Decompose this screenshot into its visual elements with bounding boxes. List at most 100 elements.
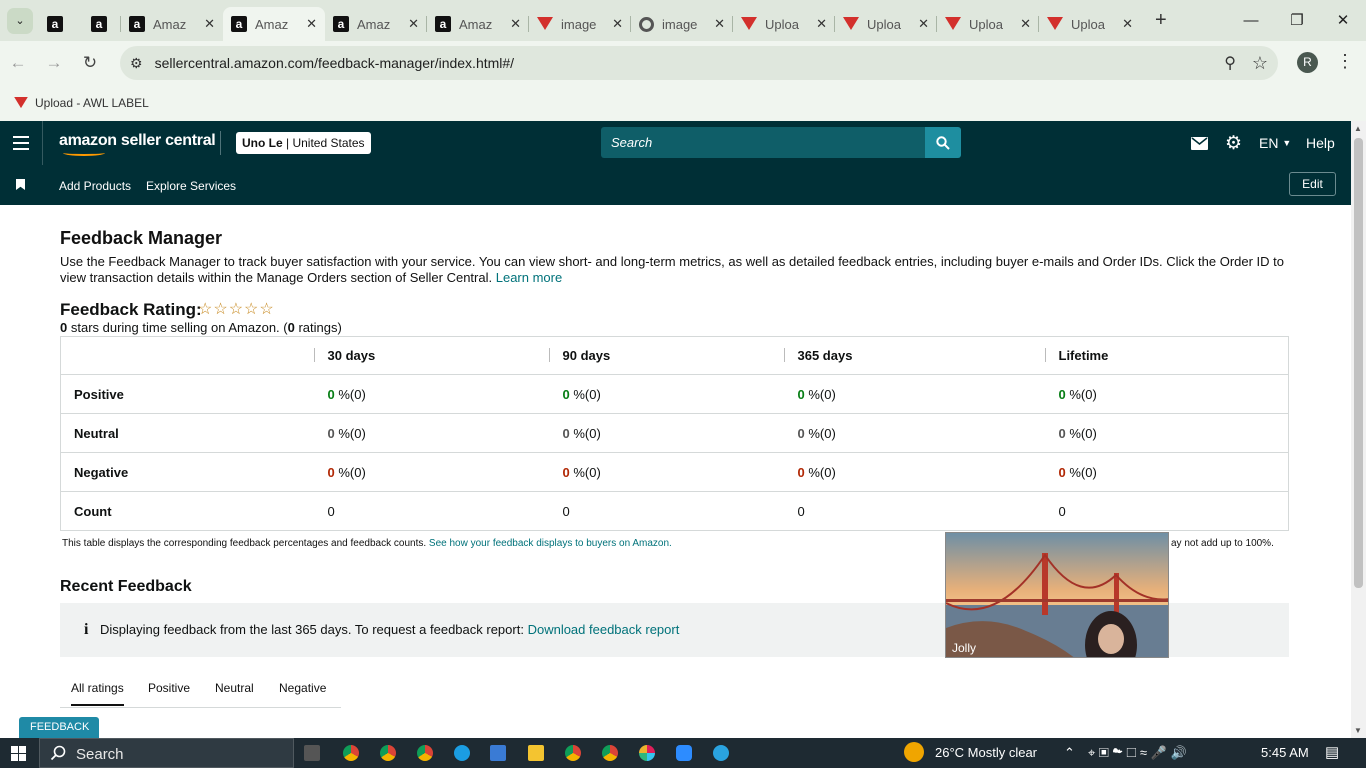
browser-tab[interactable]: image ✕: [529, 7, 631, 41]
telegram-icon[interactable]: [713, 745, 729, 761]
feedback-tab-button[interactable]: FEEDBACK ✕: [19, 717, 99, 754]
table-header: Lifetime: [1044, 337, 1289, 375]
close-tab-icon[interactable]: ✕: [510, 16, 521, 32]
url-text[interactable]: sellercentral.amazon.com/feedback-manage…: [155, 55, 515, 71]
close-tab-icon[interactable]: ✕: [1122, 16, 1133, 32]
edit-button[interactable]: Edit: [1289, 172, 1336, 196]
chrome-icon[interactable]: [417, 745, 433, 761]
tab-all-ratings[interactable]: All ratings: [71, 681, 124, 706]
download-report-link[interactable]: Download feedback report: [528, 622, 680, 637]
browser-tab[interactable]: Uploa ✕: [937, 7, 1039, 41]
chrome-icon[interactable]: [380, 745, 396, 761]
amazon-a-icon: a: [91, 16, 107, 32]
table-header: 30 days: [313, 337, 549, 375]
new-tab-icon[interactable]: +: [1155, 9, 1167, 32]
close-tab-icon[interactable]: ✕: [714, 16, 725, 32]
rating-filter-tabs: All ratings Positive Neutral Negative: [60, 670, 341, 708]
notification-icon[interactable]: ▤: [1325, 738, 1339, 768]
red-triangle-icon: [14, 97, 28, 109]
browser-tab[interactable]: a Amaz ✕: [325, 7, 427, 41]
page-scrollbar[interactable]: ▲ ▼: [1351, 121, 1366, 738]
close-tab-icon[interactable]: ✕: [612, 16, 623, 32]
tab-negative[interactable]: Negative: [279, 681, 326, 695]
bookmark-star-icon[interactable]: ☆: [1252, 53, 1268, 74]
search-input[interactable]: Search: [601, 127, 926, 158]
seller-central-logo[interactable]: amazon seller central: [59, 132, 216, 156]
minimize-icon[interactable]: —: [1228, 0, 1274, 40]
close-window-icon[interactable]: ✕: [1320, 0, 1366, 40]
chrome-icon[interactable]: [565, 745, 581, 761]
feedback-display-link[interactable]: See how your feedback displays to buyers…: [429, 538, 672, 549]
nav-add-products[interactable]: Add Products: [59, 179, 131, 193]
tray-chevron-icon[interactable]: ⌃: [1064, 738, 1075, 768]
browser-tab[interactable]: Uploa ✕: [733, 7, 835, 41]
settings-gear-icon[interactable]: ⚙: [1225, 121, 1242, 165]
browser-tab[interactable]: a Amaz ✕: [121, 7, 223, 41]
taskbar-search[interactable]: Search: [39, 738, 294, 768]
browser-menu-icon[interactable]: ⋮: [1336, 51, 1354, 72]
close-tab-icon[interactable]: ✕: [918, 16, 929, 32]
weather-moon-icon: [904, 742, 924, 762]
weather-text[interactable]: 26°C Mostly clear: [935, 738, 1037, 768]
learn-more-link[interactable]: Learn more: [496, 270, 562, 285]
account-switcher[interactable]: Uno Le | United States: [236, 132, 371, 154]
seller-central-header: amazon seller central Uno Le | United St…: [0, 121, 1351, 165]
chrome-icon[interactable]: [602, 745, 618, 761]
hamburger-menu-icon[interactable]: [13, 136, 29, 154]
search-button[interactable]: [925, 127, 961, 158]
browser-tab-bar: ⌄ a a a Amaz ✕ a Amaz ✕ a Amaz ✕ a Amaz ✕ image ✕…: [0, 0, 1366, 41]
site-info-icon[interactable]: ⚙: [130, 55, 143, 72]
search-icon: [936, 135, 950, 150]
task-view-icon[interactable]: [304, 745, 320, 761]
reload-icon[interactable]: ↻: [72, 53, 108, 73]
bookmark-icon[interactable]: [16, 179, 25, 190]
red-triangle-icon: [537, 17, 553, 31]
browser-tab[interactable]: a: [33, 7, 77, 41]
language-selector[interactable]: EN ▼: [1259, 121, 1291, 165]
table-row: Negative 0 %(0) 0 %(0) 0 %(0) 0 %(0): [60, 452, 1289, 492]
browser-tab[interactable]: Uploa ✕: [1039, 7, 1141, 41]
close-tab-icon[interactable]: ✕: [204, 16, 215, 32]
restore-icon[interactable]: ❐: [1274, 0, 1320, 40]
slack-icon[interactable]: [639, 745, 655, 761]
nav-explore-services[interactable]: Explore Services: [146, 179, 236, 193]
zoom-icon[interactable]: [676, 745, 692, 761]
forward-icon[interactable]: →: [36, 53, 72, 73]
amazon-a-icon: a: [47, 16, 63, 32]
red-triangle-icon: [741, 17, 757, 31]
help-link[interactable]: Help: [1306, 121, 1335, 165]
store-icon[interactable]: [490, 745, 506, 761]
table-note-right: ay not add up to 100%.: [1171, 538, 1274, 549]
tab-search-button[interactable]: ⌄: [7, 7, 33, 34]
zoom-icon[interactable]: ⚲: [1224, 53, 1236, 73]
amazon-a-icon: a: [333, 16, 349, 32]
bookmark-item[interactable]: Upload - AWL LABEL: [35, 96, 149, 110]
close-tab-icon[interactable]: ✕: [306, 16, 317, 32]
mail-icon[interactable]: [1191, 121, 1208, 165]
omnibox[interactable]: ⚙ sellercentral.amazon.com/feedback-mana…: [120, 46, 1278, 80]
close-tab-icon[interactable]: ✕: [1020, 16, 1031, 32]
browser-tab-active[interactable]: a Amaz ✕: [223, 7, 325, 41]
chrome-icon[interactable]: [343, 745, 359, 761]
video-call-overlay[interactable]: Jolly: [945, 532, 1169, 658]
tray-icons[interactable]: ⌖ ▣ ☁ ☐ ≈ 🎤 🔊: [1088, 738, 1187, 768]
info-icon: i: [84, 621, 89, 638]
edge-icon[interactable]: [454, 745, 470, 761]
clock[interactable]: 5:45 AM: [1261, 738, 1309, 768]
browser-tab[interactable]: a: [77, 7, 121, 41]
tab-positive[interactable]: Positive: [148, 681, 190, 695]
close-tab-icon[interactable]: ✕: [408, 16, 419, 32]
tab-neutral[interactable]: Neutral: [215, 681, 254, 695]
browser-tab[interactable]: a Amaz ✕: [427, 7, 529, 41]
red-triangle-icon: [945, 17, 961, 31]
close-tab-icon[interactable]: ✕: [816, 16, 827, 32]
browser-tab[interactable]: image ✕: [631, 7, 733, 41]
back-icon[interactable]: ←: [0, 53, 36, 73]
file-explorer-icon[interactable]: [528, 745, 544, 761]
browser-tab[interactable]: Uploa ✕: [835, 7, 937, 41]
rating-summary: 0 stars during time selling on Amazon. (…: [60, 320, 342, 335]
spiral-icon: [639, 16, 654, 32]
seller-central-subnav: Add Products Explore Services Edit: [0, 165, 1351, 205]
profile-avatar[interactable]: R: [1297, 52, 1318, 73]
table-note: This table displays the corresponding fe…: [62, 538, 672, 549]
